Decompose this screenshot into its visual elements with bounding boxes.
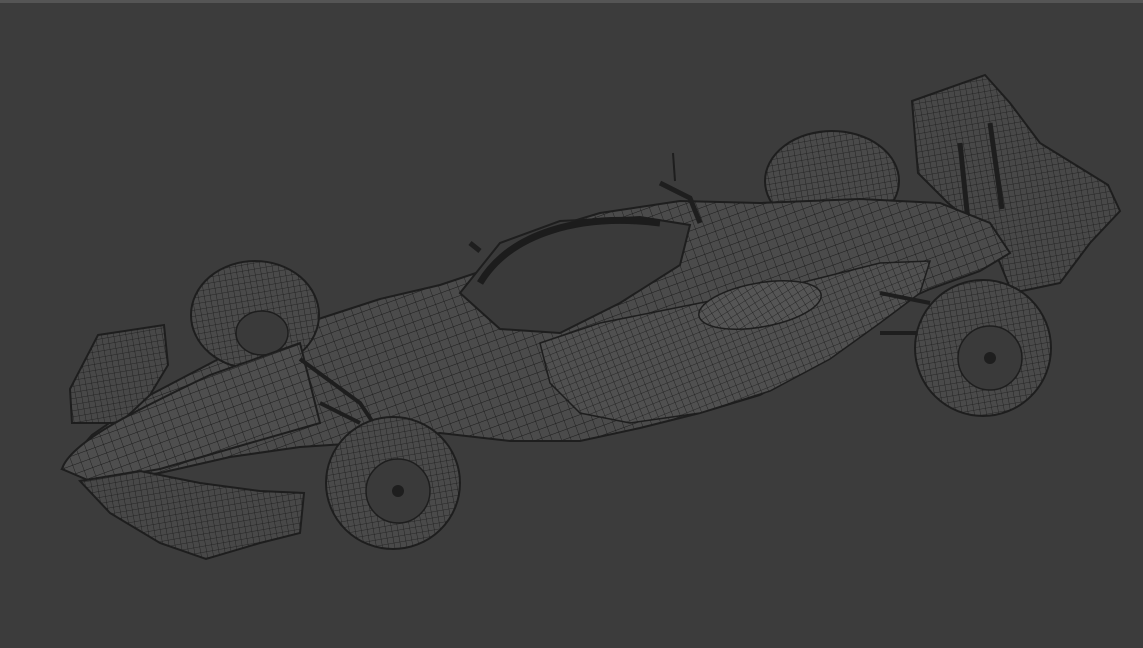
wireframe-car-render bbox=[60, 73, 1122, 561]
front-right-wheel bbox=[325, 416, 461, 550]
front-wing-right bbox=[77, 469, 306, 561]
rear-right-wheel bbox=[914, 279, 1052, 417]
3d-viewport[interactable] bbox=[0, 0, 1143, 648]
